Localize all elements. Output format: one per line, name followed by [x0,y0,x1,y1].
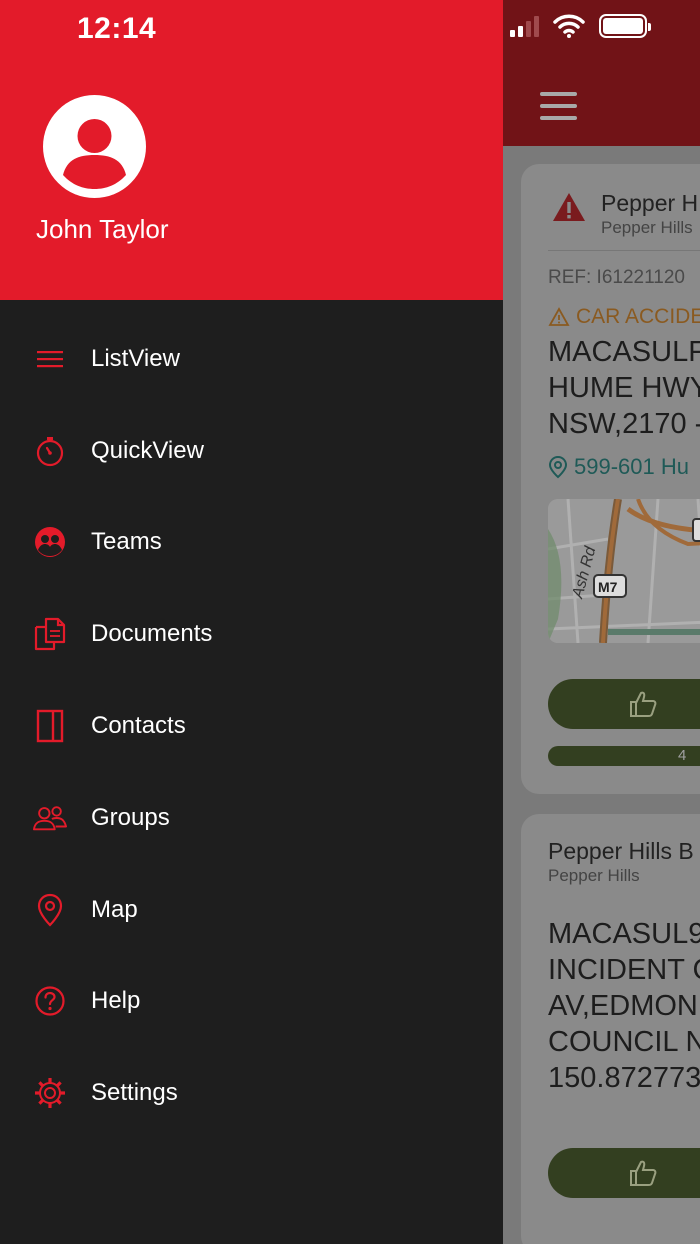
contacts-book-icon [33,709,67,743]
menu-item-label: Help [91,987,141,1015]
stopwatch-icon [33,434,67,468]
documents-icon [33,617,67,651]
description-line: NSW,2170 - [548,408,700,440]
team-icon [33,525,67,559]
card-subtitle: Pepper Hills [548,866,640,885]
navigation-drawer: 12:14 John Taylor ListView QuickView Tea… [0,0,503,1244]
menu-item-label: ListView [91,344,180,372]
incident-type: CAR ACCIDE [548,305,700,329]
like-button[interactable] [548,1148,700,1198]
menu-item-label: QuickView [91,436,204,464]
menu-item-label: Settings [91,1079,178,1107]
list-icon [33,342,67,376]
menu-item-label: Teams [91,528,162,556]
like-button[interactable] [548,679,700,729]
drawer-menu: ListView QuickView Teams Documents Conta… [0,313,503,1139]
description-line: COUNCIL N [548,1026,700,1058]
user-name: John Taylor [36,214,169,244]
incident-description: MACASULF HUME HWY NSW,2170 - [548,334,700,442]
menu-item-groups[interactable]: Groups [0,772,503,864]
groups-icon [33,801,67,835]
description-line: MACASULF [548,336,700,368]
description-line: INCIDENT C [548,954,700,986]
incident-type-label: CAR ACCIDE [576,305,700,328]
battery-icon [599,14,651,38]
reference-number: REF: I61221120 [548,267,685,288]
map-thumbnail[interactable]: M7 Ash Rd [548,499,700,643]
card-title: Pepper Hills B [548,838,694,864]
location-pin-icon [548,455,568,479]
incident-card[interactable]: Pepper H Pepper Hills REF: I61221120 CAR… [521,164,700,794]
menu-item-settings[interactable]: Settings [0,1047,503,1139]
settings-gear-icon [33,1076,67,1110]
menu-item-listview[interactable]: ListView [0,313,503,405]
menu-item-label: Groups [91,803,170,831]
drawer-header: 12:14 John Taylor [0,0,503,300]
map-shield-label: M7 [598,579,618,595]
help-icon [33,984,67,1018]
incident-address[interactable]: 599-601 Hu [548,454,689,480]
warning-outline-icon [548,307,570,326]
address-label: 599-601 Hu [574,454,689,479]
description-line: 150.872773 [548,1062,700,1094]
card-title: Pepper H [601,190,699,216]
status-time: 12:14 [77,12,157,45]
menu-item-label: Map [91,895,138,923]
incident-card[interactable]: Pepper Hills B Pepper Hills MACASUL9 INC… [521,814,700,1244]
warning-triangle-icon [553,193,585,221]
menu-item-label: Contacts [91,712,186,740]
incident-description: MACASUL9 INCIDENT C AV,EDMON COUNCIL N 1… [548,916,700,1096]
menu-item-documents[interactable]: Documents [0,588,503,680]
progress-value: 4 [678,747,687,764]
progress-bar: 4 [548,746,700,766]
map-pin-icon [33,893,67,927]
wifi-icon [553,14,585,38]
menu-item-map[interactable]: Map [0,864,503,956]
user-avatar-icon [63,119,126,189]
menu-item-quickview[interactable]: QuickView [0,405,503,497]
cellular-signal-icon [510,15,539,37]
menu-item-help[interactable]: Help [0,956,503,1048]
menu-item-teams[interactable]: Teams [0,497,503,589]
description-line: AV,EDMON [548,990,698,1022]
hamburger-menu-icon[interactable] [540,92,577,122]
menu-item-label: Documents [91,620,213,648]
thumbs-up-icon [630,1160,657,1186]
avatar[interactable] [43,95,146,198]
description-line: MACASUL9 [548,918,700,950]
thumbs-up-icon [630,691,657,717]
map-thumbnail-graphic: M7 Ash Rd [548,499,700,643]
description-line: HUME HWY [548,372,700,404]
menu-item-contacts[interactable]: Contacts [0,680,503,772]
card-subtitle: Pepper Hills [601,218,693,237]
status-icons [510,14,651,38]
divider [548,250,700,251]
